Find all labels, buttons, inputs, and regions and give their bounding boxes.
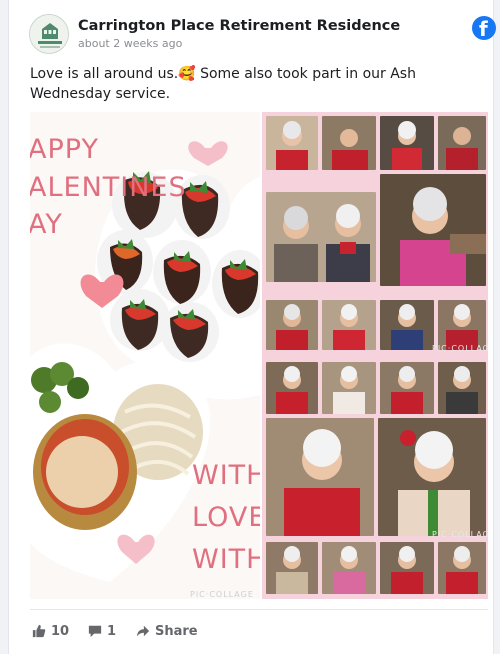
- post-card: Carrington Place Retirement Residence ab…: [8, 0, 496, 654]
- photo-collage: PIC·COLLAGE PIC·COLLAGE: [262, 112, 488, 599]
- thumbs-up-icon: [32, 624, 46, 638]
- collage-watermark-2: PIC·COLLAGE: [432, 344, 488, 353]
- collage-photo: [378, 418, 486, 536]
- share-label: Share: [155, 623, 198, 639]
- collage-photo: [266, 362, 318, 414]
- like-count: 10: [51, 623, 70, 639]
- collage-photo: [380, 116, 434, 170]
- collage-photo: [322, 300, 376, 350]
- collage-photo: [438, 362, 486, 414]
- post-image[interactable]: APPY ALENTINES AY WITH LOVE WITH PIC·COL…: [30, 112, 488, 599]
- page-name-link[interactable]: Carrington Place Retirement Residence: [78, 18, 400, 34]
- facebook-icon[interactable]: f: [472, 16, 496, 41]
- valentine-graphic: APPY ALENTINES AY WITH LOVE WITH PIC·COL…: [30, 112, 260, 599]
- collage-photo: [322, 116, 376, 170]
- collage-watermark: PIC·COLLAGE: [190, 590, 254, 599]
- collage-photo: [380, 362, 434, 414]
- footer-divider: [30, 609, 488, 610]
- collage-photo: [266, 418, 374, 536]
- collage-photo: [438, 542, 486, 594]
- collage-photo: [380, 542, 434, 594]
- residence-logo-icon: [30, 15, 68, 53]
- comment-icon: [88, 625, 102, 638]
- valentine-title-line-2: ALENTINES: [30, 172, 187, 203]
- collage-photo: [266, 116, 318, 170]
- avatar[interactable]: [29, 14, 69, 54]
- like-button[interactable]: 10: [32, 621, 69, 641]
- collage-photo: [380, 174, 486, 286]
- post-timestamp[interactable]: about 2 weeks ago: [78, 37, 182, 50]
- collage-photo: [322, 542, 376, 594]
- share-arrow-icon: [136, 625, 150, 637]
- comment-button[interactable]: 1: [88, 621, 116, 641]
- valentine-title-line-3: AY: [30, 209, 63, 240]
- collage-photo: [266, 300, 318, 350]
- collage-watermark-3: PIC·COLLAGE: [432, 530, 488, 539]
- collage-photo: [266, 542, 318, 594]
- post-actions: 10 1 Share: [30, 621, 330, 641]
- collage-photo: [438, 300, 486, 350]
- collage-photo: [438, 116, 486, 170]
- post-text: Love is all around us.🥰 Some also took p…: [30, 66, 416, 102]
- collage-photo: [380, 300, 434, 350]
- share-button[interactable]: Share: [136, 621, 198, 641]
- with-love-line-1: WITH: [192, 460, 260, 491]
- with-love-line-3: WITH: [192, 544, 260, 575]
- post-header: Carrington Place Retirement Residence ab…: [29, 14, 496, 54]
- collage-photo: [322, 362, 376, 414]
- comment-count: 1: [107, 623, 117, 639]
- with-love-line-2: LOVE: [192, 502, 260, 533]
- valentine-title-line-1: APPY: [30, 134, 99, 165]
- collage-photo: [266, 192, 376, 282]
